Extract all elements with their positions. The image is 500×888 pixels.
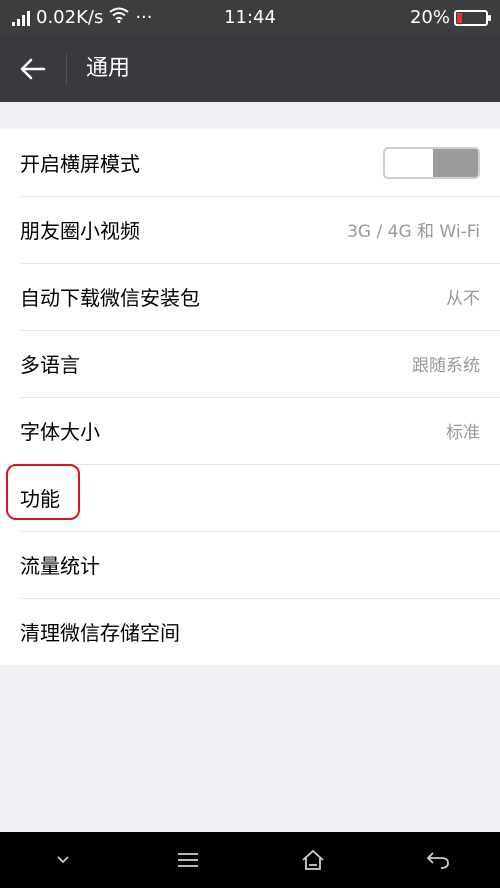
top-bar: 通用 — [0, 36, 500, 102]
menu-icon — [177, 853, 198, 867]
setting-data-usage[interactable]: 流量统计 — [0, 531, 500, 598]
setting-storage[interactable]: 清理微信存储空间 — [0, 598, 500, 665]
header-divider — [66, 54, 67, 84]
setting-label: 多语言 — [20, 353, 80, 377]
settings-list: 开启横屏模式 朋友圈小视频 3G / 4G 和 Wi-Fi 自动下载微信安装包 … — [0, 129, 500, 665]
setting-label: 自动下载微信安装包 — [20, 286, 200, 310]
nav-down-button[interactable] — [33, 832, 93, 888]
battery-percent: 20% — [409, 7, 450, 28]
setting-label: 开启横屏模式 — [20, 152, 140, 176]
battery-icon — [454, 9, 491, 26]
setting-landscape-mode[interactable]: 开启横屏模式 — [0, 129, 500, 196]
setting-label: 流量统计 — [20, 554, 100, 578]
highlight-annotation — [6, 464, 80, 520]
return-arrow-icon — [426, 852, 449, 869]
setting-value: 3G / 4G 和 Wi-Fi — [347, 222, 480, 242]
home-icon — [301, 849, 324, 870]
setting-label: 朋友圈小视频 — [20, 219, 140, 243]
nav-home-button[interactable] — [283, 832, 343, 888]
status-right: 20% — [409, 7, 491, 28]
setting-language[interactable]: 多语言 跟随系统 — [0, 330, 500, 397]
setting-moments-video[interactable]: 朋友圈小视频 3G / 4G 和 Wi-Fi — [0, 196, 500, 263]
setting-label: 字体大小 — [20, 420, 100, 444]
system-nav-bar — [0, 832, 500, 888]
arrow-left-icon — [20, 58, 46, 80]
landscape-toggle[interactable] — [383, 146, 480, 179]
status-bar: 0.02K/s ··· 11:44 20% — [0, 0, 500, 36]
setting-label: 清理微信存储空间 — [20, 621, 180, 645]
setting-font-size[interactable]: 字体大小 标准 — [0, 397, 500, 464]
setting-value: 标准 — [446, 423, 480, 443]
setting-value: 跟随系统 — [412, 356, 480, 376]
setting-auto-download[interactable]: 自动下载微信安装包 从不 — [0, 263, 500, 330]
nav-back-button[interactable] — [408, 832, 468, 888]
chevron-down-icon — [56, 856, 69, 864]
setting-value: 从不 — [446, 289, 480, 309]
nav-menu-button[interactable] — [158, 832, 218, 888]
page-title: 通用 — [86, 56, 131, 81]
back-button[interactable] — [0, 36, 66, 102]
